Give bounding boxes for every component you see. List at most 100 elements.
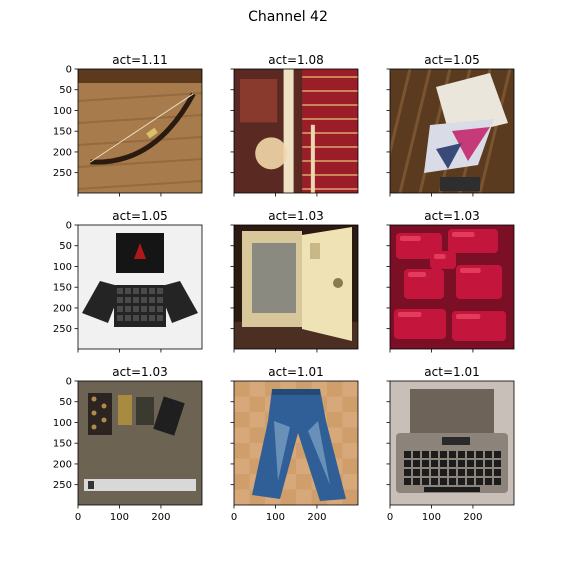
typewriter-key	[422, 451, 429, 458]
y-tick-label: 100	[53, 262, 72, 273]
typewriter-key	[494, 469, 501, 476]
image-panel: act=1.03	[230, 209, 359, 353]
typewriter-key	[431, 460, 438, 467]
typewriter-key	[485, 478, 492, 485]
y-tick-label: 50	[59, 241, 72, 252]
keyboard-key	[125, 306, 131, 312]
y-tick-label: 0	[66, 65, 72, 76]
keyboard-key	[117, 288, 123, 294]
keyboard-key	[117, 315, 123, 321]
panel-title: act=1.08	[268, 53, 323, 67]
whistle-block	[430, 251, 456, 269]
x-tick-label: 100	[422, 512, 441, 523]
y-tick-label: 200	[53, 459, 72, 470]
image-background	[78, 69, 202, 193]
keyboard-key	[141, 297, 147, 303]
image-panel: act=1.08	[230, 53, 359, 197]
parquet-tile	[234, 381, 250, 397]
typewriter-key	[404, 469, 411, 476]
typewriter-key	[494, 460, 501, 467]
typewriter-key	[458, 478, 465, 485]
panel-image	[234, 69, 358, 193]
keyboard-key	[149, 306, 155, 312]
typewriter-key	[413, 460, 420, 467]
y-tick-label: 150	[53, 283, 72, 294]
whistle-highlight	[434, 254, 446, 259]
typewriter-key	[494, 451, 501, 458]
typewriter-key	[422, 460, 429, 467]
stair-baluster	[310, 124, 315, 193]
typewriter-key	[449, 451, 456, 458]
panel-image	[390, 225, 514, 349]
typewriter-key	[440, 451, 447, 458]
typewriter-key	[404, 460, 411, 467]
slide-rule	[84, 479, 196, 491]
abacus-bead	[101, 403, 107, 409]
typewriter-key	[476, 469, 483, 476]
parquet-tile	[234, 412, 250, 428]
y-tick-label: 150	[53, 439, 72, 450]
safe-dial	[333, 278, 343, 288]
whistle-highlight	[408, 272, 426, 277]
typewriter-key	[476, 478, 483, 485]
image-panel: act=1.11 0 50 100 150 200 250	[53, 53, 203, 197]
keyboard-key	[141, 288, 147, 294]
y-tick-label: 200	[53, 147, 72, 158]
figure: Channel 42 act=1.11 0 50 100 150 200 250 act=1.…	[0, 0, 576, 576]
panel-title: act=1.01	[424, 365, 479, 379]
keyboard-key	[117, 297, 123, 303]
y-tick-label: 100	[53, 106, 72, 117]
ceiling-light	[255, 137, 288, 170]
typewriter-key	[413, 469, 420, 476]
typewriter-key	[485, 451, 492, 458]
image-panel: act=1.03 0 50 100 150 200 250 0 100 200	[53, 365, 203, 523]
x-tick-label: 0	[231, 512, 237, 523]
typewriter-lid	[410, 389, 494, 433]
whistle-highlight	[398, 312, 422, 317]
keyboard-key	[133, 315, 139, 321]
upper-landing	[240, 79, 278, 123]
typewriter-key	[458, 451, 465, 458]
typewriter-key	[485, 469, 492, 476]
x-tick-label: 100	[110, 512, 129, 523]
typewriter-key	[449, 469, 456, 476]
x-tick-label: 0	[75, 512, 81, 523]
typewriter-key	[413, 451, 420, 458]
panel-image	[78, 225, 202, 349]
x-tick-label: 200	[151, 512, 170, 523]
parquet-tile	[234, 474, 250, 490]
keyboard-key	[117, 306, 123, 312]
image-panel: act=1.03	[386, 209, 515, 353]
panel-image	[78, 69, 202, 193]
y-tick-label: 200	[53, 303, 72, 314]
panel-image	[390, 69, 514, 193]
x-tick-label: 200	[307, 512, 326, 523]
typewriter-key	[404, 478, 411, 485]
image-panel: act=1.01 0 100 200	[386, 365, 515, 523]
keyboard-key	[141, 315, 147, 321]
keyboard-key	[157, 315, 163, 321]
typewriter-key	[431, 469, 438, 476]
panel-title: act=1.05	[112, 209, 167, 223]
abacus-bead	[91, 410, 97, 416]
keyboard-key	[141, 306, 147, 312]
parquet-tile	[342, 396, 358, 412]
parquet-tile	[249, 427, 265, 443]
typewriter-key	[494, 478, 501, 485]
typewriter-key	[476, 460, 483, 467]
typewriter-spacebar	[424, 487, 480, 492]
typewriter-key	[431, 478, 438, 485]
y-tick-label: 0	[66, 221, 72, 232]
x-tick-label: 0	[387, 512, 393, 523]
image-grid: act=1.11050100150200250act=1.08 act=1.05a…	[53, 53, 515, 523]
parquet-tile	[249, 396, 265, 412]
keyboard-key	[157, 297, 163, 303]
panel-title: act=1.11	[112, 53, 167, 67]
parquet-tile	[296, 474, 312, 490]
panel-title: act=1.03	[268, 209, 323, 223]
floor-plank-line	[390, 69, 392, 76]
typewriter-key	[458, 460, 465, 467]
whistle-highlight	[452, 232, 475, 237]
typewriter-key	[458, 469, 465, 476]
panel-title: act=1.03	[424, 209, 479, 223]
